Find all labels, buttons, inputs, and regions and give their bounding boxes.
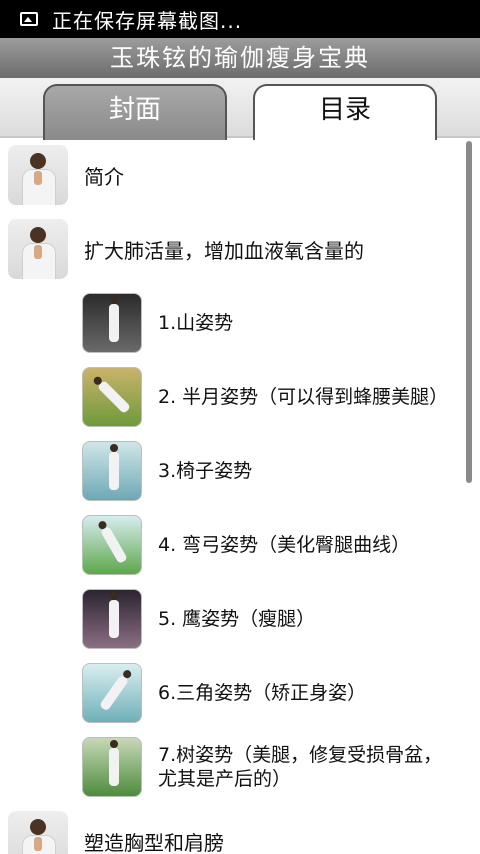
pose-thumbnail: [82, 367, 142, 427]
list-item[interactable]: 6.三角姿势（矫正身姿）: [0, 663, 460, 723]
pose-thumbnail: [82, 293, 142, 353]
pose-thumbnail: [82, 663, 142, 723]
section-row-lung[interactable]: 扩大肺活量，增加血液氧含量的: [0, 219, 460, 279]
app-title: 玉珠铉的瑜伽瘦身宝典: [0, 38, 480, 78]
list-item[interactable]: 2. 半月姿势（可以得到蜂腰美腿）: [0, 367, 460, 427]
item-label: 5. 鹰姿势（瘦腿）: [158, 608, 316, 630]
pose-thumbnail: [82, 737, 142, 797]
section-thumbnail: [8, 811, 68, 854]
tab-bar: 封面 目录: [0, 78, 480, 140]
section-row-intro[interactable]: 简介: [0, 145, 460, 205]
pose-thumbnail: [82, 589, 142, 649]
list-item[interactable]: 4. 弯弓姿势（美化臀腿曲线）: [0, 515, 460, 575]
status-bar: 正在保存屏幕截图...: [0, 0, 480, 38]
item-label: 7.树姿势（美腿，修复受损骨盆，尤其是产后的）: [158, 744, 443, 790]
image-icon: [20, 12, 38, 26]
section-thumbnail: [8, 219, 68, 279]
list-item[interactable]: 3.椅子姿势: [0, 441, 460, 501]
list-item[interactable]: 1.山姿势: [0, 293, 460, 353]
pose-thumbnail: [82, 441, 142, 501]
section-label: 塑造胸型和肩膀: [84, 830, 224, 854]
status-text: 正在保存屏幕截图...: [52, 8, 243, 33]
scrollbar[interactable]: [466, 141, 472, 483]
section-label: 扩大肺活量，增加血液氧含量的: [84, 238, 364, 263]
tab-cover[interactable]: 封面: [43, 84, 227, 140]
section-row-chest[interactable]: 塑造胸型和肩膀: [0, 811, 460, 854]
toc-list[interactable]: 简介 扩大肺活量，增加血液氧含量的 1.山姿势 2. 半月姿势（可以得到蜂腰美腿…: [0, 138, 480, 854]
list-item[interactable]: 5. 鹰姿势（瘦腿）: [0, 589, 460, 649]
section-thumbnail: [8, 145, 68, 205]
section-label: 简介: [84, 164, 124, 189]
item-label: 1.山姿势: [158, 312, 234, 334]
tab-toc[interactable]: 目录: [253, 84, 437, 140]
item-label: 3.椅子姿势: [158, 460, 253, 482]
item-label: 6.三角姿势（矫正身姿）: [158, 682, 367, 704]
list-item[interactable]: 7.树姿势（美腿，修复受损骨盆，尤其是产后的）: [0, 737, 460, 797]
item-label: 4. 弯弓姿势（美化臀腿曲线）: [158, 534, 411, 556]
item-label: 2. 半月姿势（可以得到蜂腰美腿）: [158, 386, 449, 408]
pose-thumbnail: [82, 515, 142, 575]
